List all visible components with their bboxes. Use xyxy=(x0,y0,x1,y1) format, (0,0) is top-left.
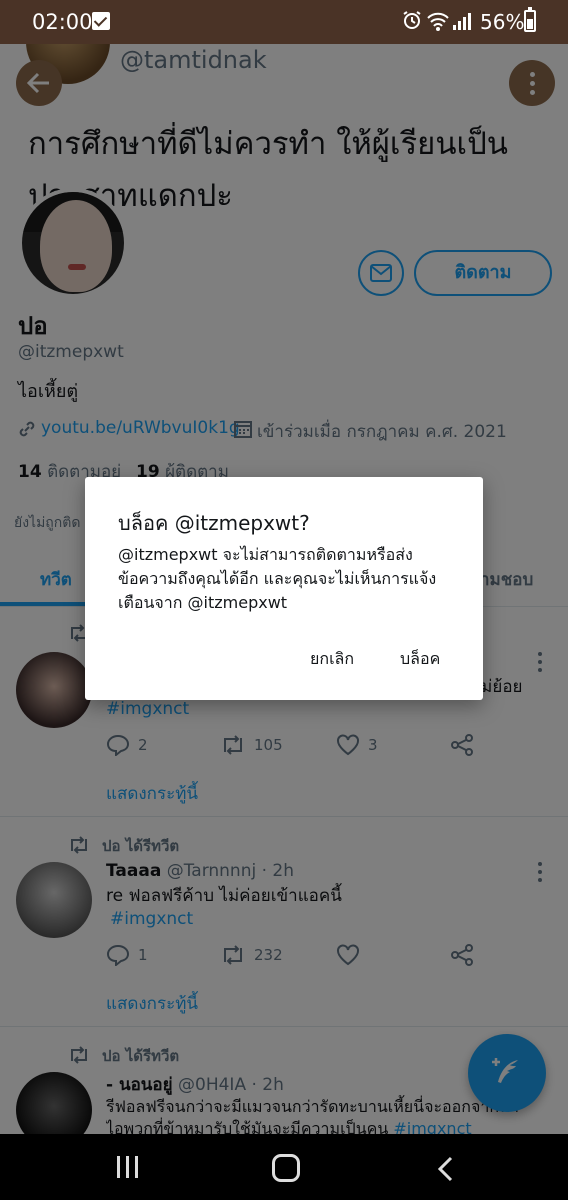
system-nav-bar xyxy=(0,1134,568,1200)
block-dialog: บล็อค @itzmepxwt? @itzmepxwt จะไม่สามารถ… xyxy=(85,477,483,700)
dialog-title: บล็อค @itzmepxwt? xyxy=(118,511,310,535)
checkbox-notification-icon xyxy=(92,12,110,30)
signal-icon xyxy=(453,13,471,30)
status-time: 02:00 xyxy=(32,10,93,34)
status-bar: 02:00 56% xyxy=(0,0,568,44)
cancel-button[interactable]: ยกเลิก xyxy=(310,647,354,672)
home-button[interactable] xyxy=(272,1154,300,1182)
battery-percent: 56% xyxy=(480,10,525,34)
battery-icon xyxy=(524,7,536,32)
alarm-icon xyxy=(403,11,421,29)
dialog-message: @itzmepxwt จะไม่สามารถติดตามหรือส่งข้อคว… xyxy=(118,545,437,612)
block-confirm-button[interactable]: บล็อค xyxy=(400,647,440,672)
wifi-icon xyxy=(427,12,449,31)
back-nav-icon[interactable] xyxy=(436,1156,454,1182)
recent-apps-button[interactable] xyxy=(117,1156,144,1182)
